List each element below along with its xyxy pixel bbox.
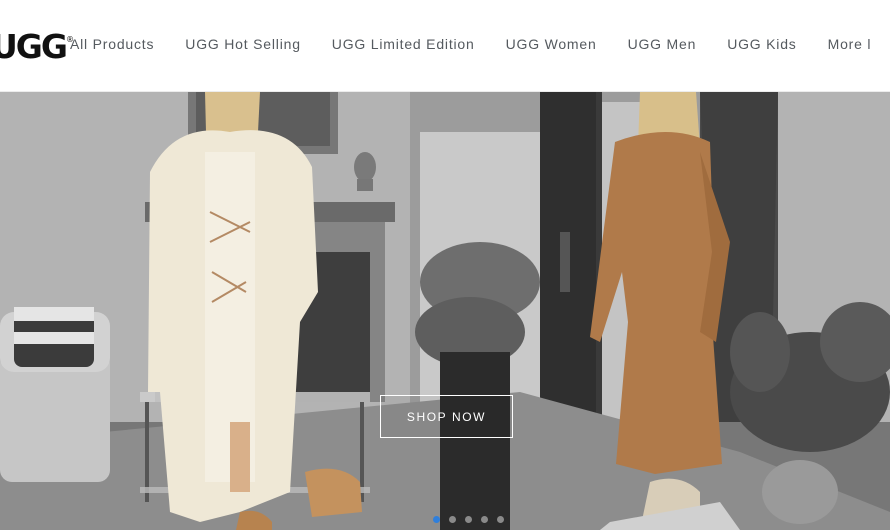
carousel-dot-4[interactable]: [481, 516, 488, 523]
nav-more[interactable]: More l: [828, 34, 872, 54]
nav-ugg-limited-edition[interactable]: UGG Limited Edition: [332, 34, 475, 54]
logo-text: UGG: [0, 27, 68, 66]
nav-ugg-kids[interactable]: UGG Kids: [727, 34, 796, 54]
shop-now-button[interactable]: SHOP NOW: [380, 395, 513, 438]
carousel-dot-1[interactable]: [433, 516, 440, 523]
nav-ugg-hot-selling[interactable]: UGG Hot Selling: [185, 34, 300, 54]
carousel-dot-3[interactable]: [465, 516, 472, 523]
nav-all-products[interactable]: All Products: [70, 34, 154, 54]
nav-ugg-women[interactable]: UGG Women: [506, 34, 597, 54]
nav-ugg-men[interactable]: UGG Men: [628, 34, 697, 54]
ugg-logo[interactable]: UGG®: [0, 24, 74, 66]
carousel-dot-5[interactable]: [497, 516, 504, 523]
carousel-dot-2[interactable]: [449, 516, 456, 523]
hero-banner: SHOP NOW: [0, 92, 890, 530]
main-nav: All Products UGG Hot Selling UGG Limited E…: [70, 34, 890, 54]
hero-image: [0, 92, 890, 530]
site-header: UGG® All Products UGG Hot Selling UGG Limi…: [0, 0, 890, 92]
carousel-indicators: [433, 510, 513, 523]
